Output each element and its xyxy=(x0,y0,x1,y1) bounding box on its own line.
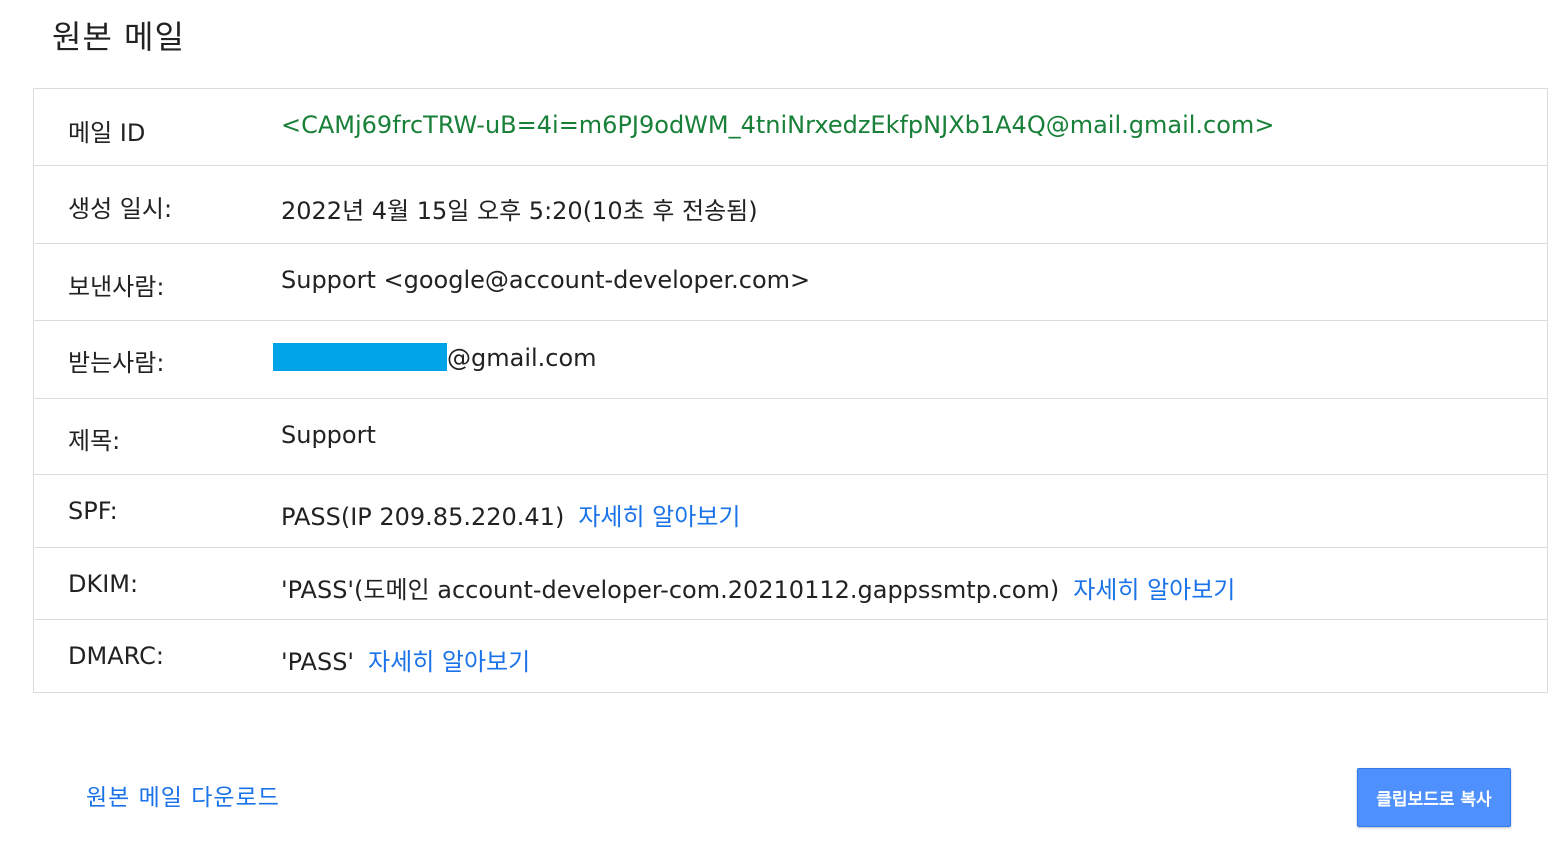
dmarc-result: 'PASS' xyxy=(281,648,355,676)
subject-value: Support xyxy=(281,421,376,449)
from-value: Support <google@account-developer.com> xyxy=(281,266,811,294)
to-value: @gmail.com xyxy=(273,343,597,372)
created-label: 생성 일시: xyxy=(68,195,173,223)
row-to: 받는사람: @gmail.com xyxy=(34,321,1547,399)
to-address-domain: @gmail.com xyxy=(447,344,597,372)
dmarc-label: DMARC: xyxy=(68,642,164,670)
spf-label: SPF: xyxy=(68,497,118,525)
row-dkim: DKIM: 'PASS'(도메인 account-developer-com.2… xyxy=(34,548,1547,620)
from-label: 보낸사람: xyxy=(68,273,165,301)
page-title: 원본 메일 xyxy=(52,18,185,56)
row-message-id: 메일 ID <CAMj69frcTRW-uB=4i=m6PJ9odWM_4tni… xyxy=(34,89,1547,166)
message-details-table: 메일 ID <CAMj69frcTRW-uB=4i=m6PJ9odWM_4tni… xyxy=(33,88,1548,693)
dmarc-value: 'PASS' 자세히 알아보기 xyxy=(281,642,530,677)
row-created: 생성 일시: 2022년 4월 15일 오후 5:20(10초 후 전송됨) xyxy=(34,166,1547,244)
spf-learn-more-link[interactable]: 자세히 알아보기 xyxy=(578,503,740,531)
created-value: 2022년 4월 15일 오후 5:20(10초 후 전송됨) xyxy=(281,197,758,225)
message-id-label: 메일 ID xyxy=(68,119,146,147)
spf-value: PASS(IP 209.85.220.41) 자세히 알아보기 xyxy=(281,497,741,532)
row-subject: 제목: Support xyxy=(34,399,1547,475)
dkim-learn-more-link[interactable]: 자세히 알아보기 xyxy=(1073,576,1235,604)
row-spf: SPF: PASS(IP 209.85.220.41) 자세히 알아보기 xyxy=(34,475,1547,548)
message-id-value: <CAMj69frcTRW-uB=4i=m6PJ9odWM_4tniNrxedz… xyxy=(281,111,1275,139)
dmarc-learn-more-link[interactable]: 자세히 알아보기 xyxy=(368,648,530,676)
download-original-link[interactable]: 원본 메일 다운로드 xyxy=(86,778,280,812)
dkim-result: 'PASS'(도메인 account-developer-com.2021011… xyxy=(281,576,1060,604)
redacted-address xyxy=(273,343,447,371)
row-from: 보낸사람: Support <google@account-developer.… xyxy=(34,244,1547,321)
subject-label: 제목: xyxy=(68,427,121,455)
row-dmarc: DMARC: 'PASS' 자세히 알아보기 xyxy=(34,620,1547,692)
copy-to-clipboard-button[interactable]: 클립보드로 복사 xyxy=(1357,768,1511,827)
dkim-value: 'PASS'(도메인 account-developer-com.2021011… xyxy=(281,570,1235,605)
to-label: 받는사람: xyxy=(68,349,165,377)
dkim-label: DKIM: xyxy=(68,570,139,598)
spf-result: PASS(IP 209.85.220.41) xyxy=(281,503,565,531)
